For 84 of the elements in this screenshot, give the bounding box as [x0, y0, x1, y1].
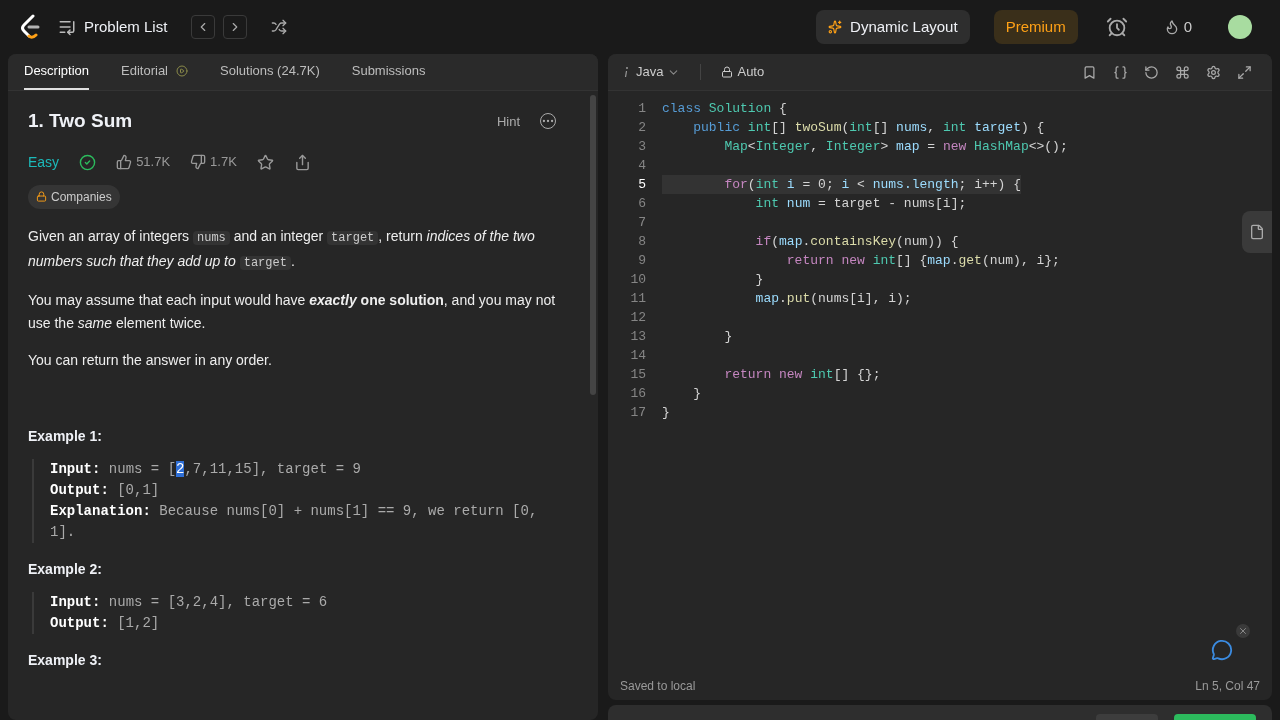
- chat-icon[interactable]: [1211, 639, 1233, 661]
- line-number: 7: [637, 214, 646, 232]
- line-number: 5: [637, 176, 646, 194]
- expand-icon[interactable]: [1237, 64, 1252, 80]
- code-line: int num = target - nums[i];: [754, 195, 967, 213]
- streak-count: 0: [1183, 16, 1192, 37]
- companies-tag[interactable]: Companies: [28, 184, 120, 209]
- video-icon: [176, 65, 188, 77]
- line-number: 12: [629, 309, 646, 327]
- lock-icon: [36, 191, 47, 202]
- file-icon: [1249, 224, 1265, 240]
- example-line: Output: [1,2]: [50, 613, 161, 633]
- alarm-clock-icon[interactable]: [1105, 16, 1128, 38]
- previous-button[interactable]: [191, 15, 216, 39]
- description-paragraph: You may assume that each input would have exactly one solution, and you may not use the same element twice.: [28, 290, 557, 333]
- sparkle-icon: [828, 20, 843, 34]
- line-number: 17: [629, 404, 646, 422]
- line-number: 6: [637, 195, 646, 213]
- code-line: }: [723, 328, 733, 346]
- description-paragraph: You can return the answer in any order.: [28, 350, 273, 370]
- problem-title: 1. Two Sum: [28, 109, 133, 133]
- problem-list-button[interactable]: Problem List: [58, 15, 168, 39]
- language-select[interactable]: Java: [624, 62, 681, 82]
- code-line: }: [662, 404, 670, 422]
- hint-button[interactable]: Hint: [496, 111, 520, 131]
- line-number: 10: [629, 271, 646, 289]
- save-status: Saved to local: [620, 677, 696, 695]
- line-number: 2: [637, 119, 646, 137]
- command-icon[interactable]: [1175, 64, 1190, 80]
- braces-icon[interactable]: [1113, 64, 1128, 80]
- dislike-button[interactable]: 1.7K: [190, 152, 237, 172]
- difficulty-label: Easy: [28, 152, 60, 172]
- example-title: Example 2:: [28, 559, 103, 579]
- info-icon: [624, 67, 628, 77]
- tab[interactable]: Editorial: [121, 54, 188, 90]
- example-line: Output: [0,1]: [50, 480, 161, 500]
- cursor-position: Ln 5, Col 47: [1195, 677, 1260, 695]
- description-paragraph: Given an array of integers nums and an integer target , return indices of the two numbers such that they add up to target .: [28, 226, 536, 272]
- line-number: 16: [629, 385, 646, 403]
- code-line: return new int[] {};: [723, 366, 881, 384]
- logo-icon[interactable]: [20, 14, 42, 40]
- tab[interactable]: Submissions: [351, 54, 426, 90]
- line-number: 13: [629, 328, 646, 346]
- code-line: map.put(nums[i], i);: [754, 290, 912, 308]
- example-title: Example 3:: [28, 650, 103, 670]
- star-icon[interactable]: [256, 153, 274, 171]
- thumbs-up-icon: [116, 154, 133, 170]
- next-button[interactable]: [223, 15, 248, 39]
- line-number: 15: [629, 366, 646, 384]
- tab[interactable]: Description: [24, 54, 90, 90]
- example-title: Example 1:: [28, 426, 103, 446]
- bookmark-icon[interactable]: [1082, 64, 1097, 80]
- notes-button[interactable]: [1242, 211, 1272, 253]
- line-number: 8: [637, 233, 646, 251]
- auto-button[interactable]: Auto: [721, 62, 765, 82]
- line-number: 1: [637, 100, 646, 118]
- code-line: return new int[] {map.get(num), i};: [785, 252, 1060, 270]
- example-line: Input: nums = [3,2,4], target = 6: [50, 592, 329, 612]
- example-line: Explanation: Because nums[0] + nums[1] == 9, we return [0, 1].: [50, 501, 539, 542]
- lock-icon: [721, 66, 734, 78]
- line-number: 9: [637, 252, 646, 270]
- share-icon[interactable]: [293, 153, 311, 171]
- code-line: }: [692, 385, 701, 403]
- line-number: 11: [629, 290, 646, 308]
- shuffle-icon[interactable]: [271, 19, 288, 35]
- line-number: 3: [637, 138, 646, 156]
- code-line: class Solution {: [662, 100, 787, 118]
- settings-icon[interactable]: [1206, 64, 1221, 80]
- code-line: }: [754, 271, 764, 289]
- like-button[interactable]: 51.7K: [116, 152, 171, 172]
- code-line: public int[] twoSum(int[] nums, int target) {: [692, 119, 1045, 137]
- example-line: Input: nums = [2,7,11,15], target = 9: [50, 459, 362, 479]
- tab[interactable]: Solutions (24.7K): [220, 54, 320, 90]
- line-number: 14: [629, 347, 646, 365]
- avatar[interactable]: [1228, 15, 1252, 39]
- code-line: if(map.containsKey(num)) {: [754, 233, 959, 251]
- reset-icon[interactable]: [1144, 64, 1159, 80]
- thumbs-down-icon: [190, 154, 207, 170]
- premium-button[interactable]: Premium: [993, 10, 1078, 44]
- line-number: 4: [637, 157, 646, 175]
- dynamic-layout-button[interactable]: Dynamic Layout: [816, 10, 970, 44]
- code-line: Map<Integer, Integer> map = new HashMap<>();: [723, 138, 1068, 156]
- list-icon: [58, 18, 76, 36]
- close-icon[interactable]: [1236, 624, 1250, 638]
